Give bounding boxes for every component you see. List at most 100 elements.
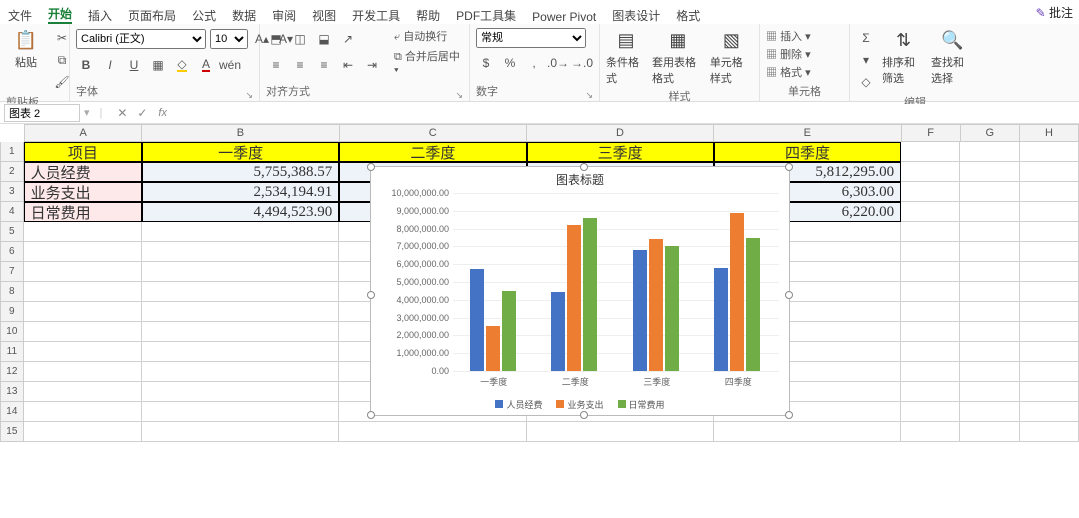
cell[interactable] [901,182,960,202]
cell[interactable] [901,302,960,322]
orientation-icon[interactable]: ↗ [338,29,358,49]
clear-icon[interactable]: ◇ [856,72,876,92]
cell[interactable] [960,302,1019,322]
cell[interactable]: 一季度 [142,142,339,162]
indent-inc-icon[interactable]: ⇥ [362,55,382,75]
cell[interactable] [1020,162,1079,182]
underline-button[interactable]: U [124,55,144,75]
formula-input[interactable] [173,104,1079,122]
tab-1[interactable]: 开始 [48,5,72,24]
cell[interactable] [901,282,960,302]
indent-dec-icon[interactable]: ⇤ [338,55,358,75]
cell[interactable] [901,382,960,402]
align-top-icon[interactable]: ⬒ [266,29,286,49]
cell[interactable] [24,242,142,262]
cell[interactable]: 业务支出 [24,182,142,202]
chart-bar[interactable] [567,225,581,371]
row-header[interactable]: 11 [0,342,24,362]
cell[interactable] [1020,402,1079,422]
cell-styles-button[interactable]: ▧单元格样式 [710,28,753,86]
cell[interactable]: 5,755,388.57 [142,162,339,182]
cell[interactable] [901,162,960,182]
chart-bar[interactable] [502,291,516,371]
row-header[interactable]: 13 [0,382,24,402]
cell[interactable] [24,322,142,342]
chart-title[interactable]: 图表标题 [371,171,789,188]
chart-bar[interactable] [470,269,484,371]
cell[interactable] [960,282,1019,302]
tab-4[interactable]: 公式 [192,7,216,24]
row-header[interactable]: 15 [0,422,24,442]
cell[interactable] [527,422,714,442]
cell[interactable] [339,422,526,442]
font-size-select[interactable]: 10 [210,29,248,49]
col-header-H[interactable]: H [1020,124,1079,142]
cell[interactable] [24,402,142,422]
cell[interactable]: 二季度 [339,142,526,162]
cell[interactable] [901,402,960,422]
font-color-button[interactable]: A [196,55,216,75]
align-right-icon[interactable]: ≡ [314,55,334,75]
align-left-icon[interactable]: ≡ [266,55,286,75]
find-select-button[interactable]: 🔍查找和选择 [931,28,974,86]
cell[interactable]: 四季度 [714,142,901,162]
cell[interactable] [142,322,339,342]
cell[interactable] [142,302,339,322]
row-header[interactable]: 2 [0,162,24,182]
cell[interactable] [960,382,1019,402]
comma-icon[interactable]: , [524,53,544,73]
cell[interactable] [24,342,142,362]
cell[interactable] [24,382,142,402]
cell[interactable] [142,342,339,362]
cell[interactable] [1020,302,1079,322]
align-bottom-icon[interactable]: ⬓ [314,29,334,49]
row-header[interactable]: 10 [0,322,24,342]
cell[interactable] [901,142,960,162]
fx-icon[interactable]: fx [158,107,167,119]
cell[interactable] [1020,342,1079,362]
row-header[interactable]: 1 [0,142,24,162]
bold-button[interactable]: B [76,55,96,75]
cell[interactable] [901,322,960,342]
tab-10[interactable]: PDF工具集 [456,7,516,24]
fill-color-button[interactable]: ◇ [172,55,192,75]
cell[interactable] [1020,282,1079,302]
cell[interactable] [142,242,339,262]
cell[interactable]: 项目 [24,142,142,162]
cell[interactable] [960,202,1019,222]
cell[interactable]: 三季度 [527,142,714,162]
chart-bar[interactable] [649,239,663,371]
fill-icon[interactable]: ▾ [856,50,876,70]
copy-icon[interactable]: ⧉ [52,50,72,70]
cell[interactable] [24,422,142,442]
cell[interactable] [1020,262,1079,282]
insert-cells-button[interactable]: ▦ 插入 ▾ [766,28,811,44]
tab-8[interactable]: 开发工具 [352,7,400,24]
row-header[interactable]: 3 [0,182,24,202]
cell[interactable] [24,282,142,302]
col-header-E[interactable]: E [714,124,901,142]
cell[interactable]: 2,534,194.91 [142,182,339,202]
cell[interactable] [1020,382,1079,402]
cell[interactable] [714,422,901,442]
row-header[interactable]: 14 [0,402,24,422]
chart-bar[interactable] [730,213,744,371]
resize-handle[interactable] [580,163,588,171]
col-header-G[interactable]: G [961,124,1020,142]
cell[interactable] [1020,242,1079,262]
row-header[interactable]: 7 [0,262,24,282]
tab-0[interactable]: 文件 [8,7,32,24]
cut-icon[interactable]: ✂ [52,28,72,48]
percent-icon[interactable]: % [500,53,520,73]
merge-center-button[interactable]: ⧉ 合并后居中 ▾ [394,48,463,77]
tab-13[interactable]: 格式 [676,7,700,24]
cell[interactable] [960,402,1019,422]
chart-legend[interactable]: 人员经费业务支出日常费用 [371,398,789,411]
cell[interactable] [1020,422,1079,442]
cell[interactable] [1020,202,1079,222]
dialog-launcher-icon[interactable]: ↘ [585,90,593,101]
cell[interactable] [901,262,960,282]
comments-button[interactable]: 批注 [1036,4,1073,21]
tab-12[interactable]: 图表设计 [612,7,660,24]
enter-icon[interactable]: ✓ [132,103,152,123]
